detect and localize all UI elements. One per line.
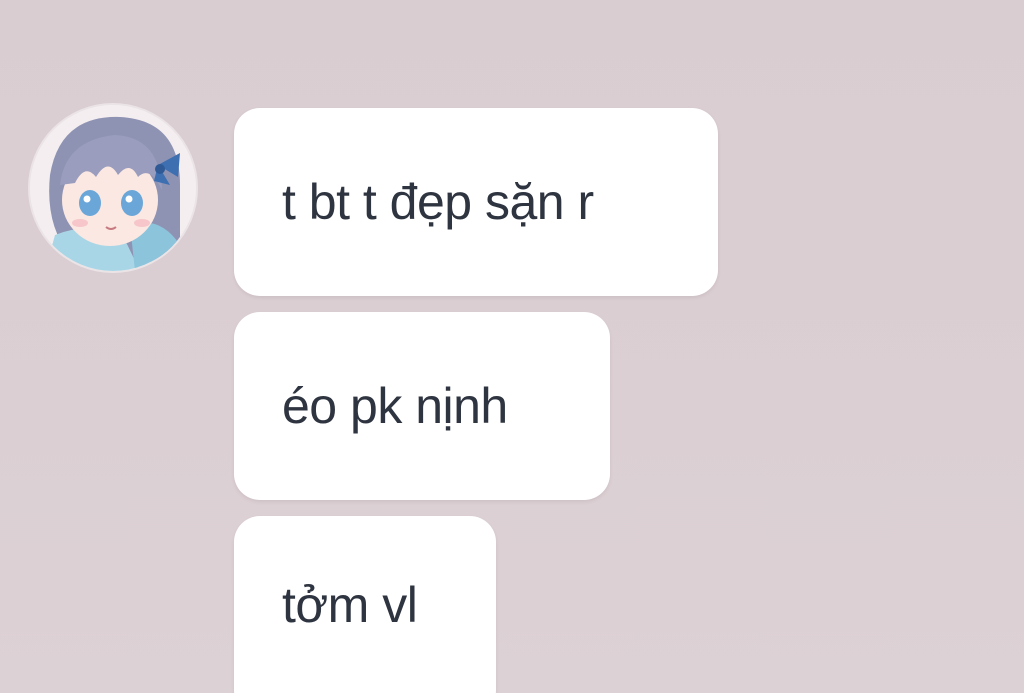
message-bubble[interactable]: éo pk nịnh xyxy=(234,312,610,500)
message-text: t bt t đẹp sặn r xyxy=(282,174,594,230)
sender-avatar[interactable] xyxy=(30,105,196,271)
message-bubble[interactable]: tởm vl xyxy=(234,516,496,693)
message-text: éo pk nịnh xyxy=(282,378,508,434)
chat-area: t bt t đẹp sặn r éo pk nịnh tởm vl xyxy=(0,0,1024,693)
anime-girl-avatar-icon xyxy=(30,105,196,271)
message-text: tởm vl xyxy=(282,577,418,633)
message-bubble[interactable]: t bt t đẹp sặn r xyxy=(234,108,718,296)
